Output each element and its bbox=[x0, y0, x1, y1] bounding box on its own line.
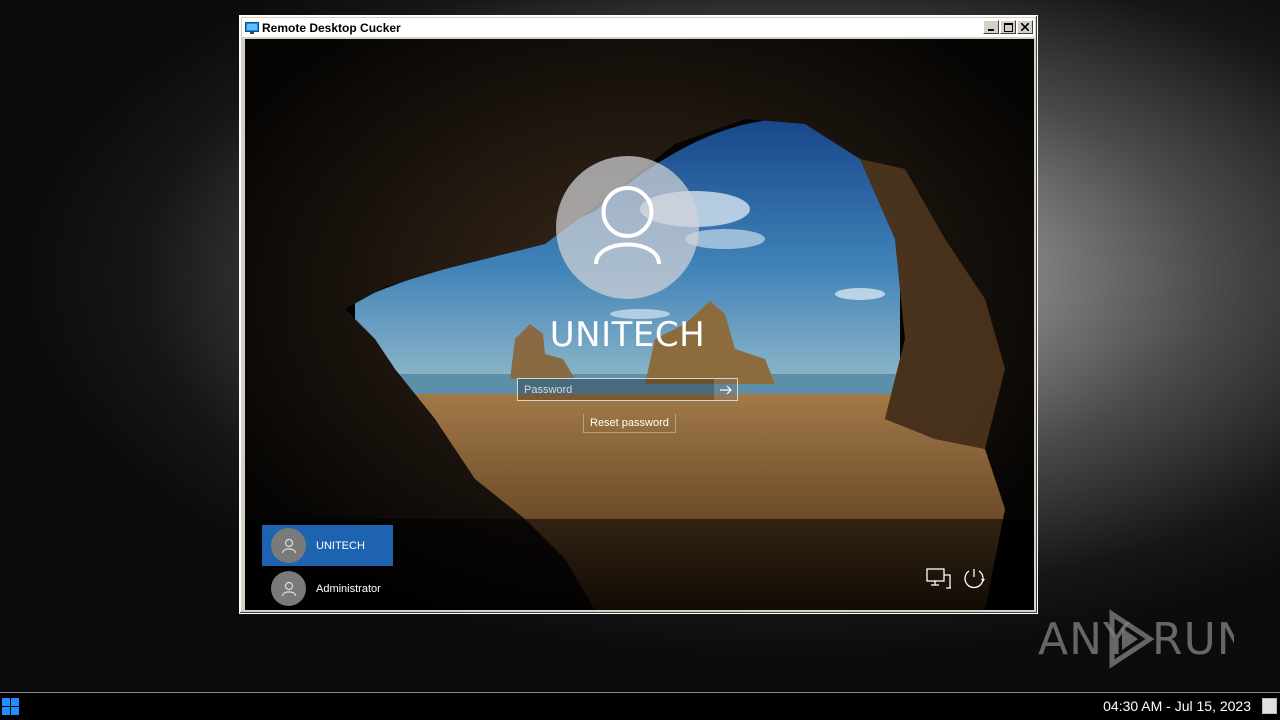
maximize-icon bbox=[1003, 22, 1013, 32]
close-icon bbox=[1021, 23, 1029, 31]
windows-start-icon[interactable] bbox=[2, 698, 19, 715]
user-icon bbox=[281, 581, 296, 596]
user-item-label: Administrator bbox=[316, 582, 381, 595]
minimize-icon bbox=[988, 29, 994, 31]
user-icon bbox=[281, 538, 296, 553]
svg-text:ANY: ANY bbox=[1038, 614, 1131, 665]
remote-desktop-window[interactable]: Remote Desktop Cucker UNITECH Reset pass… bbox=[239, 15, 1038, 614]
user-avatar bbox=[271, 528, 306, 563]
tray-user-icon[interactable] bbox=[1262, 698, 1277, 714]
login-username: UNITECH bbox=[549, 315, 706, 355]
taskbar: 04:30 AM - Jul 15, 2023 bbox=[0, 692, 1280, 720]
remote-screen[interactable]: UNITECH Reset password UNITECH Administr… bbox=[245, 39, 1034, 610]
window-titlebar[interactable]: Remote Desktop Cucker bbox=[242, 18, 1035, 37]
network-button[interactable] bbox=[926, 567, 952, 591]
close-button[interactable] bbox=[1017, 20, 1033, 34]
network-icon bbox=[926, 568, 951, 589]
user-item-unitech[interactable]: UNITECH bbox=[262, 525, 393, 566]
maximize-button[interactable] bbox=[1000, 20, 1016, 34]
password-input[interactable] bbox=[518, 379, 714, 400]
monitor-icon bbox=[245, 21, 259, 34]
user-avatar-large bbox=[556, 156, 699, 299]
user-item-label: UNITECH bbox=[316, 539, 365, 552]
minimize-button[interactable] bbox=[983, 20, 999, 34]
power-icon bbox=[964, 569, 985, 589]
submit-button[interactable] bbox=[714, 379, 737, 400]
password-box bbox=[517, 378, 738, 401]
reset-password-link[interactable]: Reset password bbox=[583, 414, 676, 433]
window-title: Remote Desktop Cucker bbox=[262, 20, 401, 35]
svg-text:RUN: RUN bbox=[1152, 614, 1234, 665]
anyrun-logo: ANY RUN bbox=[1038, 609, 1234, 669]
anyrun-watermark: ANY RUN bbox=[1038, 606, 1234, 672]
user-item-administrator[interactable]: Administrator bbox=[262, 568, 393, 609]
taskbar-clock[interactable]: 04:30 AM - Jul 15, 2023 bbox=[1103, 693, 1251, 720]
user-avatar bbox=[271, 571, 306, 606]
power-button[interactable] bbox=[961, 567, 987, 591]
user-icon bbox=[594, 186, 661, 265]
arrow-right-icon bbox=[719, 385, 732, 394]
